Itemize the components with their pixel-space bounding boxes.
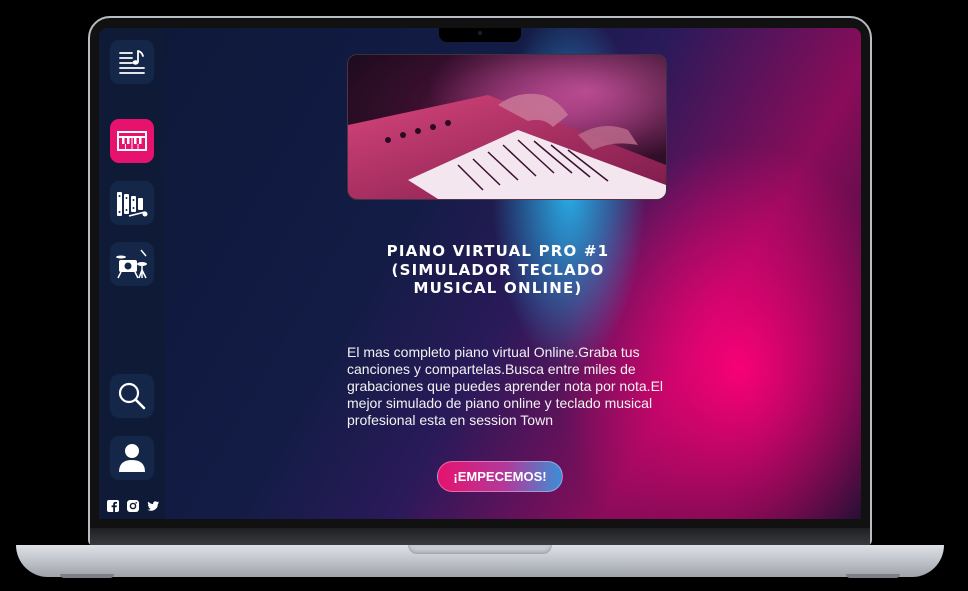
page-title: PIANO VIRTUAL PRO #1 (SIMULADOR TECLADO … [386, 242, 610, 297]
description-text: El mas completo piano virtual Online.Gra… [347, 344, 664, 428]
laptop-foot-right [846, 574, 900, 578]
screen: PIANO VIRTUAL PRO #1 (SIMULADOR TECLADO … [99, 28, 861, 519]
camera-notch [439, 28, 521, 42]
laptop-base [16, 545, 944, 577]
drums-icon [116, 249, 147, 279]
piano-icon [117, 131, 147, 151]
laptop-frame: PIANO VIRTUAL PRO #1 (SIMULADOR TECLADO … [0, 0, 968, 591]
instagram-icon[interactable] [127, 500, 139, 512]
user-button[interactable] [110, 436, 154, 480]
laptop-foot-left [60, 574, 114, 578]
search-button[interactable] [110, 374, 154, 418]
search-icon [118, 382, 146, 410]
xylophone-button[interactable] [110, 181, 154, 225]
piano-button[interactable] [110, 119, 154, 163]
laptop-hinge [90, 528, 870, 545]
hero-image [347, 54, 667, 200]
sheet-music-icon [119, 50, 145, 74]
keyboard-player-photo [348, 55, 666, 199]
facebook-icon[interactable] [107, 500, 119, 512]
xylophone-icon [117, 192, 148, 217]
drums-button[interactable] [110, 242, 154, 286]
sheet-music-button[interactable] [110, 40, 154, 84]
user-icon [119, 444, 145, 472]
sidebar [99, 28, 165, 519]
twitter-icon[interactable] [147, 500, 159, 512]
start-button[interactable]: ¡EMPECEMOS! [437, 461, 563, 492]
